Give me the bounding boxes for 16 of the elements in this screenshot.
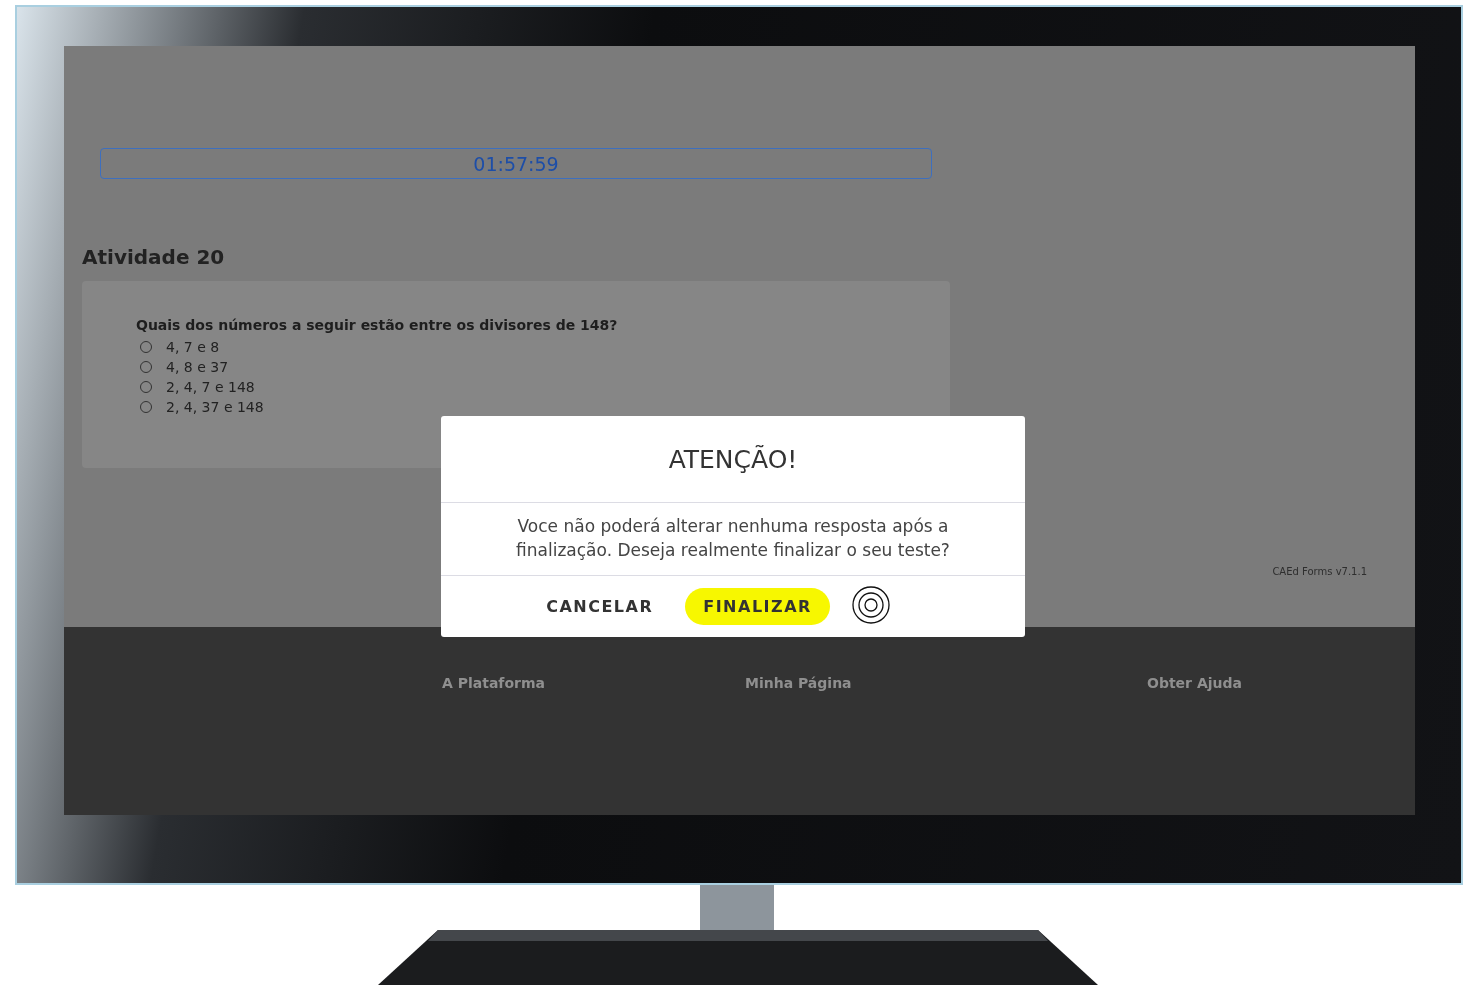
option-label: 2, 4, 7 e 148 (166, 379, 255, 395)
version-text: CAEd Forms v7.1.1 (1272, 566, 1367, 577)
footer-link[interactable]: Obter Ajuda (1147, 675, 1242, 691)
dialog-title: ATENÇÃO! (668, 444, 798, 474)
question-text: Quais dos números a seguir estão entre os divisores de 148? (136, 317, 618, 333)
option-label: 4, 7 e 8 (166, 339, 220, 355)
timer-bar: 01:57:59 (100, 148, 932, 179)
cancel-button[interactable]: CANCELAR (546, 588, 668, 625)
dialog-message: Voce não poderá alterar nenhuma resposta após a finalização. Deseja realmente finalizar o seu teste? (515, 515, 951, 562)
footer-link[interactable]: A Plataforma (442, 675, 745, 691)
activity-title: Atividade 20 (82, 245, 225, 269)
option-label: 2, 4, 37 e 148 (166, 399, 264, 415)
click-target-icon (851, 585, 891, 625)
option-label: 4, 8 e 37 (166, 359, 229, 375)
footer-link[interactable]: Minha Página (745, 675, 1147, 691)
finalize-button[interactable]: FINALIZAR (685, 588, 830, 625)
